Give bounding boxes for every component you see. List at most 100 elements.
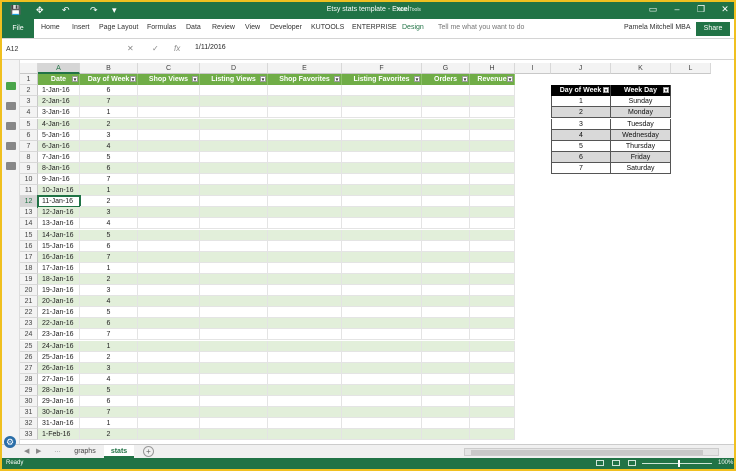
table-cell[interactable]	[268, 163, 342, 174]
table-cell[interactable]	[422, 429, 470, 440]
table-cell[interactable]	[342, 119, 422, 130]
table-cell[interactable]	[200, 274, 268, 285]
table-cell[interactable]	[268, 374, 342, 385]
table-cell[interactable]	[268, 263, 342, 274]
tab-enterprise[interactable]: ENTERPRISE	[352, 24, 397, 31]
day-of-week-cell[interactable]: 1	[80, 107, 138, 118]
filter-dropdown-icon[interactable]: ▾	[603, 87, 609, 94]
filter-dropdown-icon[interactable]: ▾	[462, 76, 468, 83]
table-cell[interactable]	[268, 274, 342, 285]
table-cell[interactable]	[422, 341, 470, 352]
table-cell[interactable]	[200, 352, 268, 363]
table-cell[interactable]	[268, 218, 342, 229]
table-cell[interactable]	[422, 252, 470, 263]
zoom-slider[interactable]	[642, 463, 712, 464]
file-tab[interactable]: File	[2, 19, 34, 38]
table-cell[interactable]	[422, 141, 470, 152]
row-header[interactable]: 12	[20, 196, 38, 207]
page-layout-view-icon[interactable]	[612, 460, 620, 466]
tab-home[interactable]: Home	[41, 24, 60, 31]
table-cell[interactable]	[342, 307, 422, 318]
table-cell[interactable]	[470, 130, 515, 141]
column-header-e[interactable]: E	[268, 63, 342, 74]
lookup-weekday[interactable]: Saturday	[611, 163, 671, 174]
table-cell[interactable]	[138, 152, 200, 163]
user-name[interactable]: Pamela Mitchell MBA	[624, 24, 691, 31]
row-header[interactable]: 24	[20, 329, 38, 340]
table-cell[interactable]	[470, 396, 515, 407]
date-cell[interactable]: 19-Jan-16	[38, 285, 80, 296]
row-header[interactable]: 5	[20, 119, 38, 130]
table-cell[interactable]	[200, 141, 268, 152]
table-cell[interactable]	[342, 363, 422, 374]
table-header-orders[interactable]: Orders ▾	[422, 74, 470, 85]
insert-function-icon[interactable]: fx	[174, 44, 180, 53]
day-of-week-cell[interactable]: 6	[80, 163, 138, 174]
column-header-g[interactable]: G	[422, 63, 470, 74]
chart-icon[interactable]	[6, 122, 16, 130]
date-cell[interactable]: 12-Jan-16	[38, 207, 80, 218]
table-cell[interactable]	[470, 207, 515, 218]
table-cell[interactable]	[342, 96, 422, 107]
scrollbar-thumb[interactable]	[471, 450, 703, 455]
day-of-week-cell[interactable]: 7	[80, 96, 138, 107]
row-header[interactable]: 7	[20, 141, 38, 152]
table-header-listing-favorites[interactable]: Listing Favorites ▾	[342, 74, 422, 85]
table-cell[interactable]	[200, 152, 268, 163]
date-cell[interactable]: 28-Jan-16	[38, 385, 80, 396]
table-cell[interactable]	[422, 418, 470, 429]
table-cell[interactable]	[470, 285, 515, 296]
table-cell[interactable]	[470, 374, 515, 385]
tab-review[interactable]: Review	[212, 24, 235, 31]
table-cell[interactable]	[268, 107, 342, 118]
date-cell[interactable]: 10-Jan-16	[38, 185, 80, 196]
table-cell[interactable]	[200, 130, 268, 141]
tab-data[interactable]: Data	[186, 24, 201, 31]
table-cell[interactable]	[268, 407, 342, 418]
table-cell[interactable]	[342, 218, 422, 229]
table-cell[interactable]	[138, 230, 200, 241]
row-header[interactable]: 16	[20, 241, 38, 252]
table-cell[interactable]	[422, 352, 470, 363]
binoculars-icon[interactable]	[6, 162, 16, 170]
horizontal-scrollbar[interactable]	[464, 448, 719, 456]
table-cell[interactable]	[470, 252, 515, 263]
table-cell[interactable]	[200, 296, 268, 307]
page-break-view-icon[interactable]	[628, 460, 636, 466]
row-header[interactable]: 20	[20, 285, 38, 296]
day-of-week-cell[interactable]: 5	[80, 307, 138, 318]
table-cell[interactable]	[268, 252, 342, 263]
table-cell[interactable]	[138, 174, 200, 185]
table-cell[interactable]	[422, 307, 470, 318]
zoom-level[interactable]: 100%	[718, 460, 733, 466]
table-cell[interactable]	[200, 107, 268, 118]
table-cell[interactable]	[342, 241, 422, 252]
day-of-week-cell[interactable]: 7	[80, 407, 138, 418]
table-cell[interactable]	[422, 329, 470, 340]
table-cell[interactable]	[268, 363, 342, 374]
date-cell[interactable]: 1-Feb-16	[38, 429, 80, 440]
table-cell[interactable]	[268, 241, 342, 252]
close-button[interactable]: ✕	[718, 4, 732, 15]
date-cell[interactable]: 25-Jan-16	[38, 352, 80, 363]
day-of-week-cell[interactable]: 2	[80, 196, 138, 207]
date-cell[interactable]: 2-Jan-16	[38, 96, 80, 107]
date-cell[interactable]: 26-Jan-16	[38, 363, 80, 374]
date-cell[interactable]: 16-Jan-16	[38, 252, 80, 263]
date-cell[interactable]: 21-Jan-16	[38, 307, 80, 318]
day-of-week-cell[interactable]: 7	[80, 174, 138, 185]
table-cell[interactable]	[138, 96, 200, 107]
table-cell[interactable]	[422, 130, 470, 141]
table-cell[interactable]	[268, 296, 342, 307]
table-header-day-of-week[interactable]: Day of Week ▾	[80, 74, 138, 85]
tab-formulas[interactable]: Formulas	[147, 24, 176, 31]
lookup-day-number[interactable]: 5	[551, 141, 611, 152]
row-header[interactable]: 33	[20, 429, 38, 440]
row-header[interactable]: 29	[20, 385, 38, 396]
table-cell[interactable]	[422, 363, 470, 374]
minimize-button[interactable]: –	[670, 4, 684, 14]
table-cell[interactable]	[422, 385, 470, 396]
table-cell[interactable]	[470, 385, 515, 396]
date-cell[interactable]: 27-Jan-16	[38, 374, 80, 385]
column-header-f[interactable]: F	[342, 63, 422, 74]
